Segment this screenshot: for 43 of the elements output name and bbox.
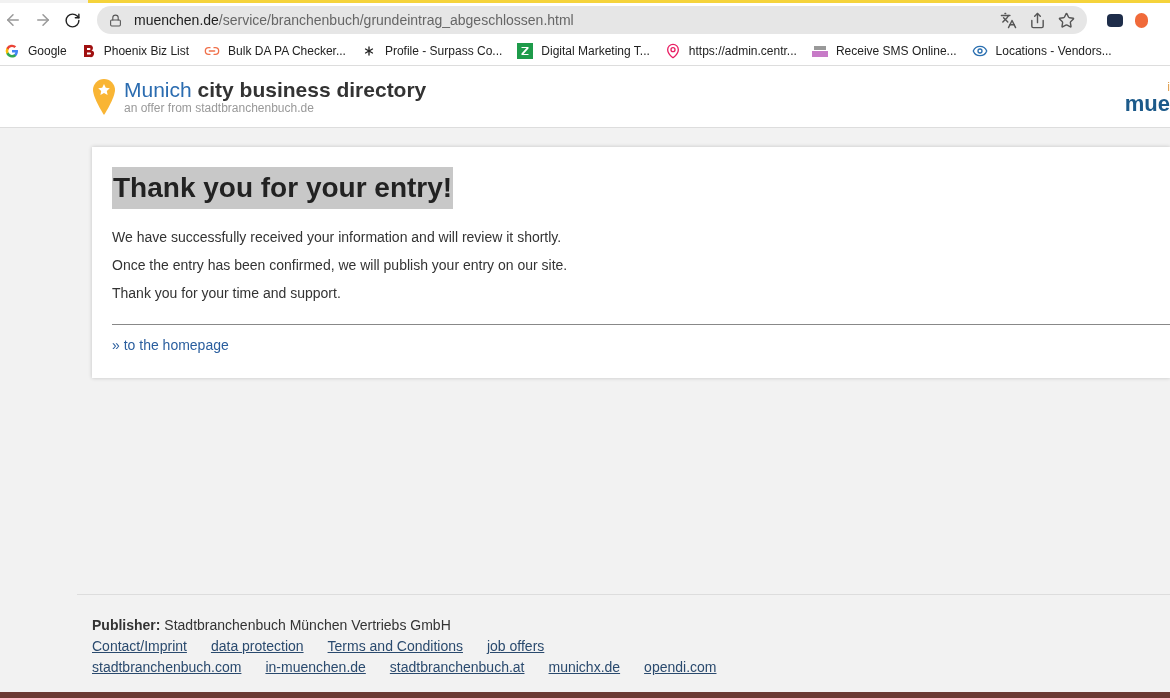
bookmark-item[interactable]: Google xyxy=(4,42,67,60)
z-logo-icon xyxy=(517,43,534,59)
reload-icon[interactable] xyxy=(64,11,81,29)
footer-link[interactable]: opendi.com xyxy=(644,659,717,676)
bookmark-item[interactable]: Bulk DA PA Checker... xyxy=(204,42,346,60)
address-bar[interactable]: muenchen.de/service/branchenbuch/grundeintrag_abgeschlossen.html xyxy=(97,6,1087,34)
share-icon[interactable] xyxy=(1029,11,1046,29)
partner-logo-letter: i xyxy=(1167,79,1170,94)
confirmation-text: Once the entry has been confirmed, we will publish your entry on our site. xyxy=(112,257,569,274)
footer-link[interactable]: Contact/Imprint xyxy=(92,638,187,655)
bookmark-item[interactable]: Locations - Vendors... xyxy=(971,42,1112,60)
url-text: muenchen.de/service/branchenbuch/grundeintrag_abgeschlossen.html xyxy=(134,10,574,30)
bookmark-item[interactable]: Phoenix Biz List xyxy=(81,42,190,60)
eye-icon xyxy=(971,43,988,59)
b-logo-icon xyxy=(81,44,96,58)
footer-link[interactable]: job offers xyxy=(486,638,545,655)
translate-icon[interactable] xyxy=(1000,11,1017,29)
bookmark-item[interactable]: https://admin.centr... xyxy=(664,42,797,60)
bookmark-item[interactable]: Receive SMS Online... xyxy=(811,42,957,60)
forward-icon[interactable] xyxy=(34,11,52,29)
footer-link[interactable]: in-muenchen.de xyxy=(265,659,366,676)
confirmation-heading: Thank you for your entry! xyxy=(112,167,454,209)
homepage-link[interactable]: » to the homepage xyxy=(112,335,229,356)
pin-icon xyxy=(664,43,681,59)
publisher-text: Publisher: Stadtbranchenbuch München Vertriebs GmbH xyxy=(92,617,452,634)
site-title: Munich city business directory xyxy=(124,78,427,102)
bookmark-item[interactable]: Profile - Surpass Co... xyxy=(360,42,503,60)
bookmark-item[interactable]: Digital Marketing T... xyxy=(517,42,650,60)
g-logo-icon xyxy=(4,43,20,59)
footer-link[interactable]: stadtbranchenbuch.at xyxy=(389,659,525,676)
lock-icon xyxy=(109,13,122,27)
confirmation-text: We have successfully received your information and will review it shortly. xyxy=(112,229,563,246)
footer-link[interactable]: data protection xyxy=(210,638,304,655)
back-icon[interactable] xyxy=(4,11,22,29)
partner-logo: mue xyxy=(1124,93,1170,114)
footer-link[interactable]: stadtbranchenbuch.com xyxy=(92,659,242,676)
footer-link[interactable]: Terms and Conditions xyxy=(327,638,463,655)
confirmation-text: Thank you for your time and support. xyxy=(112,285,342,302)
site-subtitle: an offer from stadtbranchenbuch.de xyxy=(124,102,315,115)
extension-icon[interactable] xyxy=(1107,13,1123,27)
bookmark-star-icon[interactable] xyxy=(1058,11,1075,29)
location-pin-logo-icon xyxy=(92,77,116,116)
footer-link[interactable]: munichx.de xyxy=(548,659,621,676)
